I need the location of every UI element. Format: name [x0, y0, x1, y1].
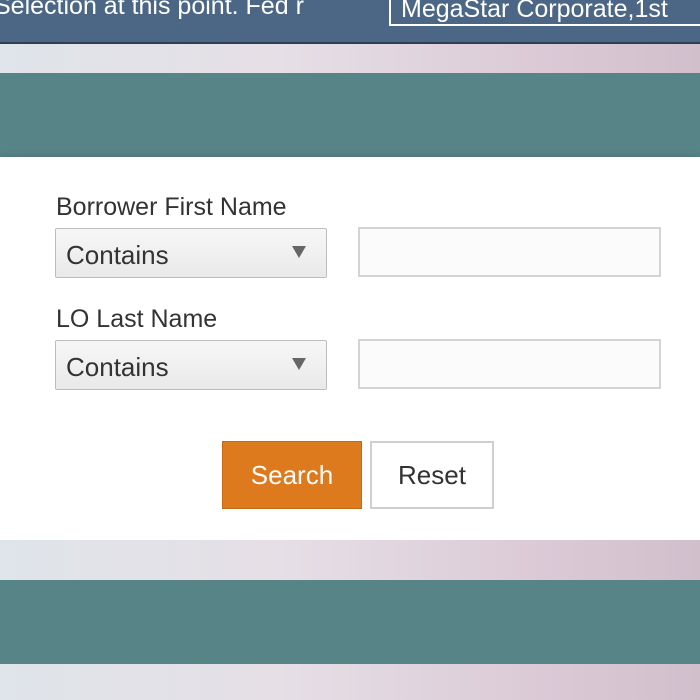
chevron-down-icon	[292, 246, 306, 258]
top-bar: Selection at this point. Fed r MegaStar …	[0, 0, 700, 44]
borrower-first-name-operator-value: Contains	[66, 240, 169, 270]
borrower-first-name-input[interactable]	[358, 227, 661, 277]
background-strip	[0, 664, 700, 700]
reset-button[interactable]: Reset	[370, 441, 494, 509]
lo-last-name-label: LO Last Name	[56, 305, 218, 333]
lo-last-name-operator-select[interactable]: Contains	[55, 340, 327, 390]
background-strip	[0, 540, 700, 580]
panel-header-band	[0, 580, 700, 664]
lo-last-name-operator-value: Contains	[66, 352, 169, 382]
borrower-first-name-label: Borrower First Name	[56, 193, 287, 221]
panel-header-band	[0, 73, 700, 157]
company-select[interactable]: MegaStar Corporate,1st	[389, 0, 700, 26]
top-bar-text: Selection at this point. Fed r	[0, 0, 304, 20]
lo-last-name-input[interactable]	[358, 339, 661, 389]
chevron-down-icon	[292, 358, 306, 370]
search-button[interactable]: Search	[222, 441, 362, 509]
borrower-first-name-operator-select[interactable]: Contains	[55, 228, 327, 278]
background-strip	[0, 44, 700, 73]
